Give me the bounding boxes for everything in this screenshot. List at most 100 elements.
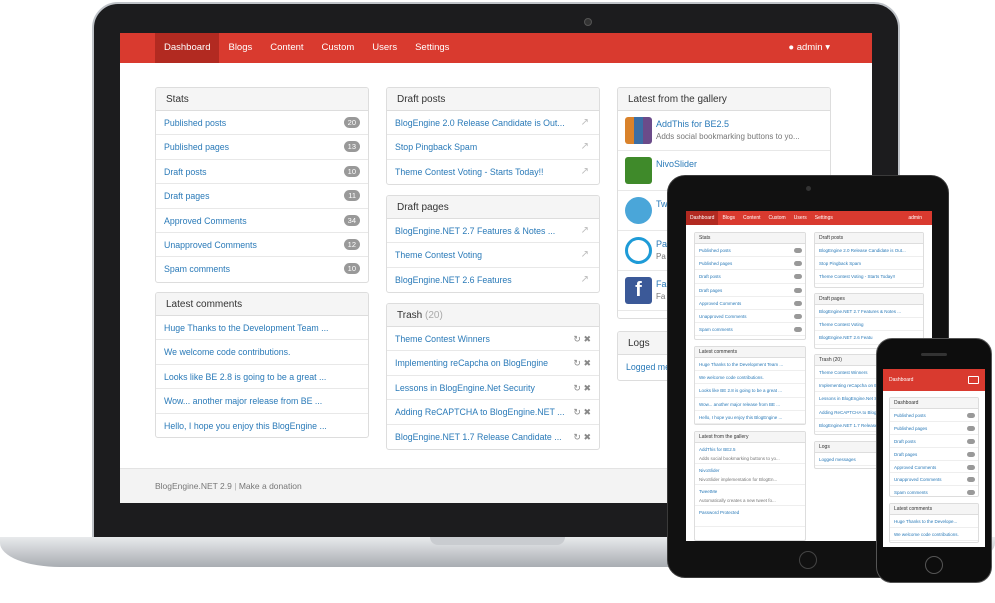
menu-icon[interactable] [968,376,979,384]
tablet-draft-post-row[interactable]: BlogEngine 2.0 Release Candidate is Out.… [815,244,923,258]
tablet-stats-row[interactable]: Published posts [695,244,805,258]
restore-delete-icons[interactable]: ↻ ✖ [573,425,591,449]
user-menu[interactable]: ● admin ▾ [788,33,830,63]
external-link-icon[interactable]: ↗ [581,219,589,242]
camera-icon [806,186,811,191]
tablet-nav-users[interactable]: Users [790,211,811,225]
tablet-draft-post-row[interactable]: Theme Contest Voting - Starts Today!! [815,270,923,284]
tablet-comments-panel: Latest comments Huge Thanks to the Devel… [694,346,806,425]
phone-stats-row[interactable]: Unapproved Comments [890,473,978,487]
gallery-title: Latest from the gallery [618,88,830,111]
comment-row[interactable]: Looks like BE 2.8 is going to be a great… [156,365,368,390]
trash-row[interactable]: BlogEngine.NET 1.7 Release Candidate ...… [387,425,599,449]
tablet-nav-settings[interactable]: Settings [811,211,837,225]
phone-stats-row[interactable]: Published posts [890,409,978,422]
external-link-icon[interactable]: ↗ [581,111,589,134]
tablet-gallery-item[interactable]: AddThis for BE2.5 Adds social bookmarking… [695,443,805,464]
tablet-nav-dashboard[interactable]: Dashboard [686,211,719,225]
user-name: admin [796,42,823,53]
tablet-stats-row[interactable]: Spam comments [695,323,805,337]
speaker-grille [921,353,947,356]
nav-blogs[interactable]: Blogs [219,33,261,63]
restore-delete-icons[interactable]: ↻ ✖ [573,400,591,423]
tablet-gallery-item[interactable]: TweetMe Automatically creates a new tweet… [695,485,805,506]
draft-page-row[interactable]: Theme Contest Voting ↗ [387,243,599,268]
stats-row[interactable]: Published posts 20 [156,111,368,136]
external-link-icon[interactable]: ↗ [581,268,589,292]
nav-dashboard[interactable]: Dashboard [155,33,220,63]
stats-row[interactable]: Unapproved Comments 12 [156,233,368,258]
nav-settings[interactable]: Settings [406,33,458,63]
draft-page-row[interactable]: BlogEngine.NET 2.7 Features & Notes ... ↗ [387,219,599,244]
tablet-comment-row[interactable]: Wow... another major release from BE ... [695,398,805,411]
tablet-draft-page-row[interactable]: Theme Contest Voting [815,318,923,332]
trash-row[interactable]: Implementing reCapcha on BlogEngine ↻ ✖ [387,351,599,376]
external-link-icon[interactable]: ↗ [581,243,589,266]
external-link-icon[interactable]: ↗ [581,135,589,158]
trash-row[interactable]: Adding ReCAPTCHA to BlogEngine.NET ... ↻ … [387,400,599,425]
draft-pages-title: Draft pages [387,196,599,219]
tablet-draft-page-row[interactable]: BlogEngine.NET 2.7 Features & Notes ... [815,305,923,319]
tablet-stats-row[interactable]: Approved Comments [695,297,805,310]
phone-comment-row[interactable]: Huge Thanks to the Develope... [890,515,978,529]
draft-post-row[interactable]: Theme Contest Voting - Starts Today!! ↗ [387,160,599,184]
gallery-item[interactable]: AddThis for BE2.5 Adds social bookmarkin… [618,111,830,151]
stats-row[interactable]: Draft pages 11 [156,184,368,209]
comment-row[interactable]: Huge Thanks to the Development Team ... [156,316,368,341]
draft-pages-panel: Draft pages BlogEngine.NET 2.7 Features … [386,195,600,293]
draft-post-row[interactable]: BlogEngine 2.0 Release Candidate is Out.… [387,111,599,136]
phone-stats-title: Dashboard [890,398,978,409]
tablet-gallery-item[interactable]: Password Protected [695,506,805,527]
restore-delete-icons[interactable]: ↻ ✖ [573,376,591,399]
trash-row[interactable]: Lessons in BlogEngine.Net Security ↻ ✖ [387,376,599,401]
tablet-stats-row[interactable]: Draft pages [695,284,805,297]
phone-stats-row[interactable]: Draft pages [890,448,978,461]
tablet-stats-row[interactable]: Draft posts [695,270,805,284]
footer-separator: | [234,481,237,491]
phone-stats-row[interactable]: Published pages [890,422,978,435]
stats-row[interactable]: Spam comments 10 [156,257,368,281]
external-link-icon[interactable]: ↗ [581,160,589,184]
tablet-nav-custom[interactable]: Custom [765,211,790,225]
donate-link[interactable]: Make a donation [239,481,302,491]
count-badge: 13 [343,141,360,153]
tablet-comment-row[interactable]: Hello, I hope you enjoy this BlogEngine … [695,411,805,424]
latest-comments-title: Latest comments [156,293,368,316]
tablet-nav-blogs[interactable]: Blogs [718,211,739,225]
phone-stats-panel: Dashboard Published posts Published page… [889,397,979,497]
stats-row[interactable]: Approved Comments 34 [156,209,368,233]
count-badge: 11 [344,190,360,202]
nav-users[interactable]: Users [363,33,406,63]
stats-panel: Stats Published posts 20 Published pages 1… [155,87,369,283]
phone-frame: Dashboard Dashboard Published posts Publ… [876,338,992,583]
nav-custom[interactable]: Custom [313,33,364,63]
tablet-draft-posts-panel: Draft posts BlogEngine 2.0 Release Candi… [814,232,924,288]
tablet-user[interactable]: admin [904,211,932,225]
tablet-stats-row[interactable]: Published pages [695,257,805,271]
draft-post-row[interactable]: Stop Pingback Spam ↗ [387,135,599,160]
tablet-stats-row[interactable]: Unapproved Comments [695,310,805,324]
phone-stats-row[interactable]: Approved Comments [890,461,978,474]
restore-delete-icons[interactable]: ↻ ✖ [573,351,591,374]
tablet-gallery-item[interactable]: NivoSlider NivoSlider implementation for … [695,464,805,485]
trash-row[interactable]: Theme Contest Winners ↻ ✖ [387,327,599,352]
tablet-draft-post-row[interactable]: Stop Pingback Spam [815,257,923,271]
phone-stats-row[interactable]: Draft posts [890,435,978,448]
stats-row[interactable]: Published pages 13 [156,135,368,160]
stats-row[interactable]: Draft posts 10 [156,160,368,185]
phone-stats-row[interactable]: Spam comments [890,486,978,496]
tablet-comment-row[interactable]: We welcome code contributions. [695,371,805,385]
tablet-comment-row[interactable]: Huge Thanks to the Development Team ... [695,358,805,372]
restore-delete-icons[interactable]: ↻ ✖ [573,327,591,350]
comment-row[interactable]: Hello, I hope you enjoy this BlogEngine … [156,414,368,437]
draft-posts-title: Draft posts [387,88,599,111]
tablet-comment-row[interactable]: Looks like BE 2.8 is going to be a great… [695,384,805,398]
phone-nav-title[interactable]: Dashboard [889,377,913,383]
phone-comment-row[interactable]: We welcome code contributions. [890,528,978,542]
comment-row[interactable]: We welcome code contributions. [156,340,368,365]
draft-page-row[interactable]: BlogEngine.NET 2.6 Features ↗ [387,268,599,292]
nav-content[interactable]: Content [261,33,312,63]
comment-row[interactable]: Wow... another major release from BE ... [156,389,368,414]
draft-posts-panel: Draft posts BlogEngine 2.0 Release Candi… [386,87,600,185]
tablet-nav-content[interactable]: Content [739,211,765,225]
